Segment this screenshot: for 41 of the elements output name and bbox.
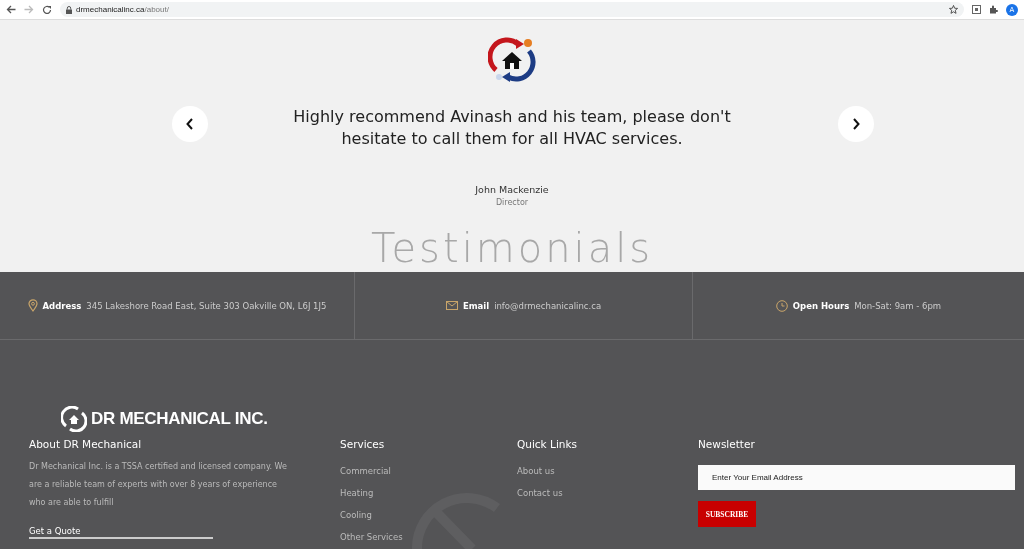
brand-logo-icon: [61, 406, 87, 432]
reload-icon[interactable]: [42, 4, 52, 15]
info-label: Address: [42, 300, 82, 311]
info-label: Email: [462, 300, 490, 311]
lock-icon: [66, 5, 72, 14]
clock-icon: [775, 299, 788, 312]
service-link[interactable]: Heating: [340, 488, 374, 498]
newsletter-heading: Newsletter: [698, 438, 755, 450]
puzzle-icon[interactable]: [989, 5, 998, 14]
about-heading: About DR Mechanical: [29, 438, 142, 450]
info-value: info@drmechanicalinc.ca: [494, 300, 602, 311]
testimonial-quote: Highly recommend Avinash and his team, please don't hesitate to call them for all HVAC services.: [292, 106, 732, 150]
section-backdrop-title: Testimonials: [370, 226, 654, 270]
get-quote-link[interactable]: Get a Quote: [29, 526, 213, 539]
previous-button[interactable]: [172, 106, 208, 142]
chevron-right-icon: [852, 118, 860, 130]
location-pin-icon: [27, 299, 38, 312]
chevron-left-icon: [186, 118, 194, 130]
brand-name: DR MECHANICAL INC.: [91, 409, 268, 429]
info-label: Open Hours: [792, 300, 850, 311]
company-logo-icon: [488, 36, 536, 84]
extension-icon[interactable]: [972, 5, 981, 14]
service-link[interactable]: Commercial: [340, 466, 391, 476]
author-role: Director: [495, 198, 529, 207]
quick-links-heading: Quick Links: [517, 438, 577, 450]
services-heading: Services: [340, 438, 385, 450]
envelope-icon: [445, 301, 458, 310]
service-link[interactable]: Cooling: [340, 510, 372, 520]
email-input-field[interactable]: Enter Your Email Address: [698, 465, 1015, 490]
star-icon[interactable]: [949, 5, 958, 14]
author-name: John Mackenzie: [475, 184, 549, 195]
about-text: Dr Mechanical Inc. is a TSSA certified and licensed company. We are a reliable team of experts with over 8 years of experience who are able to fulfill: [29, 461, 288, 509]
quick-link[interactable]: About us: [517, 466, 555, 476]
address-bar[interactable]: drmechanicalinc.ca/about/: [60, 2, 964, 17]
info-value: 345 Lakeshore Road East, Suite 303 Oakville ON, L6J 1J5: [86, 300, 327, 311]
service-link[interactable]: Other Services: [340, 532, 403, 542]
url-text: drmechanicalinc.ca/about/: [76, 5, 169, 14]
back-icon[interactable]: [6, 5, 16, 14]
next-button[interactable]: [838, 106, 874, 142]
info-value: Mon-Sat: 9am - 6pm: [854, 300, 942, 311]
quick-link[interactable]: Contact us: [517, 488, 563, 498]
